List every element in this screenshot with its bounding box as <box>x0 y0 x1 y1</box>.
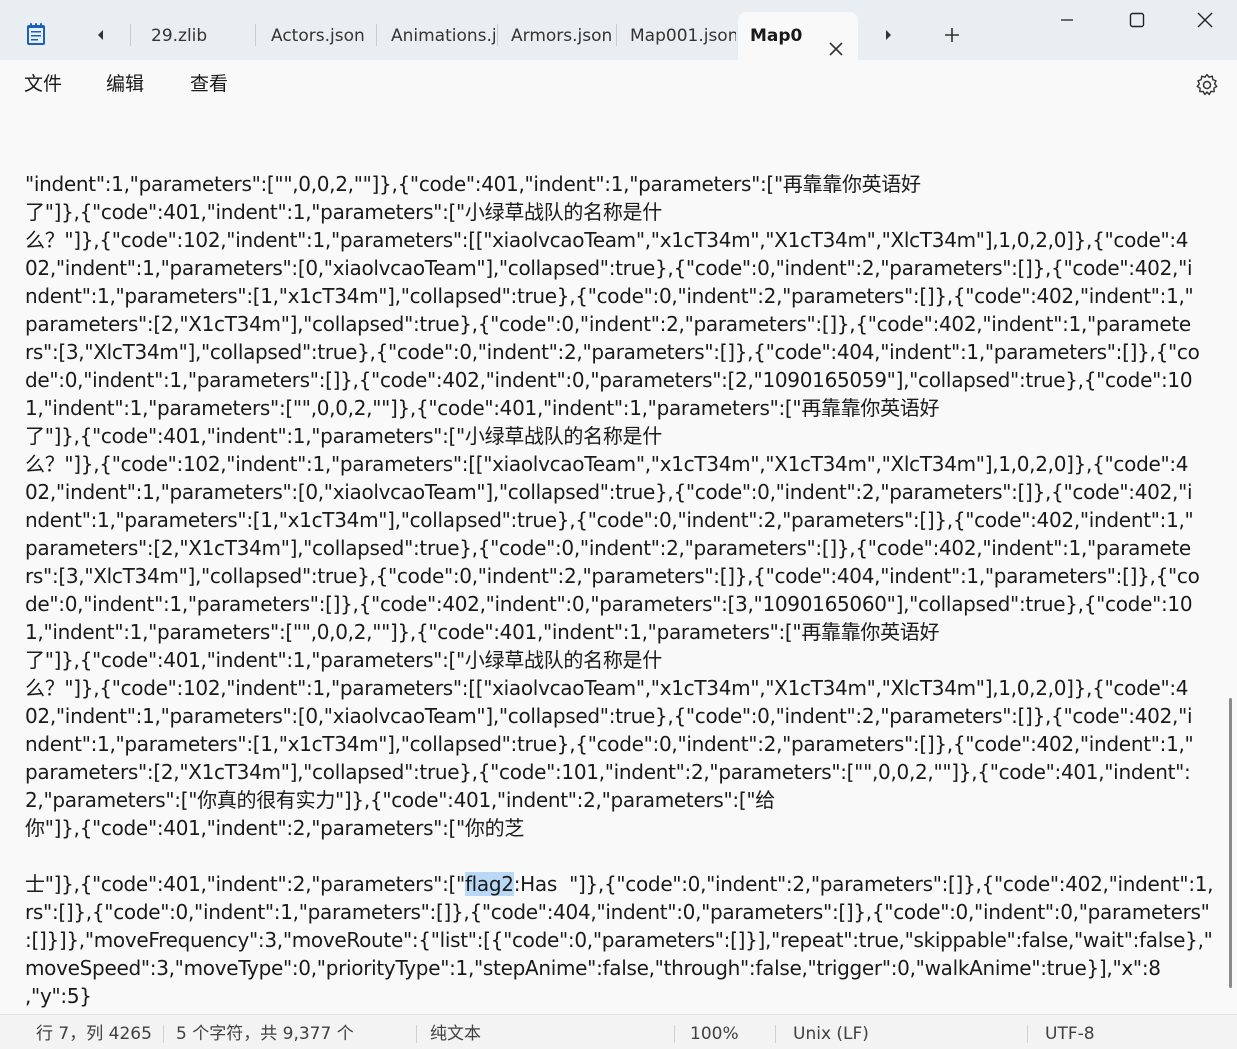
menu-edit[interactable]: 编辑 <box>106 60 144 108</box>
editor-line: ndent":1,"parameters":[1,"x1cT34m"],"col… <box>25 284 1194 308</box>
chevron-left-icon[interactable] <box>88 22 114 48</box>
editor-line: 02,"indent":1,"parameters":[0,"xiaolvcao… <box>25 704 1193 728</box>
tab-separator <box>130 24 131 46</box>
close-icon[interactable] <box>828 28 844 56</box>
tab-map0-active[interactable]: Map0 <box>738 12 858 60</box>
status-bar: 行 7，列 4265 5 个字符，共 9,377 个 纯文本 100% Unix… <box>0 1014 1237 1049</box>
editor-line: 了"]},{"code":401,"indent":1,"parameters"… <box>25 424 662 448</box>
line-ending[interactable]: Unix (LF) <box>793 1015 869 1049</box>
tab-label: Actors.json <box>271 26 365 46</box>
editor-line: 02,"indent":1,"parameters":[0,"xiaolvcao… <box>25 480 1193 504</box>
editor-line: de":0,"indent":1,"parameters":[]},{"code… <box>25 592 1193 616</box>
text-editor[interactable]: "indent":1,"parameters":["",0,0,2,""]},{… <box>0 108 1237 1014</box>
tab-separator <box>616 24 617 46</box>
editor-line: moveSpeed":3,"moveType":0,"priorityType"… <box>25 956 1161 980</box>
editor-line: 你"]},{"code":401,"indent":2,"parameters"… <box>25 816 525 840</box>
maximize-icon[interactable] <box>1102 0 1172 40</box>
editor-line: ndent":1,"parameters":[1,"x1cT34m"],"col… <box>25 508 1194 532</box>
notepad-icon <box>26 22 46 46</box>
editor-content[interactable]: "indent":1,"parameters":["",0,0,2,""]},{… <box>25 114 1220 1014</box>
editor-line-selected: 士"]},{"code":401,"indent":2,"parameters"… <box>25 870 1220 898</box>
chevron-right-icon[interactable] <box>875 22 901 48</box>
editor-line: de":0,"indent":1,"parameters":[]},{"code… <box>25 368 1193 392</box>
editor-line: ,"y":5} <box>25 984 92 1008</box>
editor-line: rs":[]},{"code":0,"indent":1,"parameters… <box>25 900 1210 924</box>
menu-view[interactable]: 查看 <box>190 60 228 108</box>
menu-file[interactable]: 文件 <box>24 60 62 108</box>
editor-line: 1,"indent":1,"parameters":["",0,0,2,""]}… <box>25 396 940 420</box>
status-separator <box>163 1025 164 1043</box>
encoding[interactable]: UTF-8 <box>1045 1015 1095 1049</box>
line-text: 士"]},{"code":401,"indent":2,"parameters"… <box>25 872 465 896</box>
close-window-icon[interactable] <box>1170 0 1237 40</box>
title-bar: 29.zlib Actors.json Animations.j Armors.… <box>0 0 1237 60</box>
editor-line: parameters":[2,"X1cT34m"],"collapsed":tr… <box>25 536 1191 560</box>
editor-line: 么？"]},{"code":102,"indent":1,"parameters… <box>25 452 1189 476</box>
cursor-position: 行 7，列 4265 <box>36 1024 152 1044</box>
tab-armors-json[interactable]: Armors.json <box>503 12 615 60</box>
tab-29-zlib[interactable]: 29.zlib <box>143 12 253 60</box>
selected-text: flag2 <box>464 872 514 896</box>
plus-icon[interactable] <box>939 22 965 48</box>
editor-line: rs":[3,"XlcT34m"],"collapsed":true},{"co… <box>25 340 1200 364</box>
editor-line: 2,"parameters":["你真的很有实力"]},{"code":401,… <box>25 788 775 812</box>
tab-separator <box>497 24 498 46</box>
editor-line: 了"]},{"code":401,"indent":1,"parameters"… <box>25 200 662 224</box>
tab-actors-json[interactable]: Actors.json <box>263 12 373 60</box>
editor-line: :[]}]},"moveFrequency":3,"moveRoute":{"l… <box>25 928 1213 952</box>
editor-line: 么？"]},{"code":102,"indent":1,"parameters… <box>25 228 1189 252</box>
tab-label: Map001.json <box>630 26 736 46</box>
tab-label: Armors.json <box>511 26 613 46</box>
menu-bar: 文件 编辑 查看 <box>0 60 1237 108</box>
tab-label: Map0 <box>750 26 803 46</box>
zoom-level[interactable]: 100% <box>690 1015 739 1049</box>
tab-animations-json[interactable]: Animations.j <box>383 12 495 60</box>
editor-line: rs":[3,"XlcT34m"],"collapsed":true},{"co… <box>25 564 1200 588</box>
editor-line: 么？"]},{"code":102,"indent":1,"parameters… <box>25 676 1189 700</box>
minimize-icon[interactable] <box>1032 0 1102 40</box>
tab-separator <box>376 24 377 46</box>
selection-count: 5 个字符，共 9,377 个 <box>176 1024 354 1044</box>
tab-label: 29.zlib <box>151 26 208 46</box>
editor-line: ndent":1,"parameters":[1,"x1cT34m"],"col… <box>25 732 1194 756</box>
gear-icon[interactable] <box>1194 72 1220 98</box>
tab-map001-json[interactable]: Map001.json <box>622 12 736 60</box>
editor-line: 1,"indent":1,"parameters":["",0,0,2,""]}… <box>25 620 940 644</box>
editor-line: parameters":[2,"X1cT34m"],"collapsed":tr… <box>25 312 1191 336</box>
vertical-scrollbar[interactable] <box>1229 698 1232 988</box>
tab-label: Animations.j <box>391 26 495 46</box>
text-format: 纯文本 <box>430 1024 481 1044</box>
editor-line: 了"]},{"code":401,"indent":1,"parameters"… <box>25 648 662 672</box>
tab-separator <box>255 24 256 46</box>
line-text: :Has "]},{"code":0,"indent":2,"parameter… <box>513 872 1214 896</box>
editor-line: 02,"indent":1,"parameters":[0,"xiaolvcao… <box>25 256 1193 280</box>
status-separator <box>1027 1025 1028 1043</box>
status-separator <box>775 1025 776 1043</box>
editor-line: "indent":1,"parameters":["",0,0,2,""]},{… <box>25 172 921 196</box>
editor-line: parameters":[2,"X1cT34m"],"collapsed":tr… <box>25 760 1191 784</box>
status-separator <box>674 1025 675 1043</box>
status-separator <box>416 1025 417 1043</box>
